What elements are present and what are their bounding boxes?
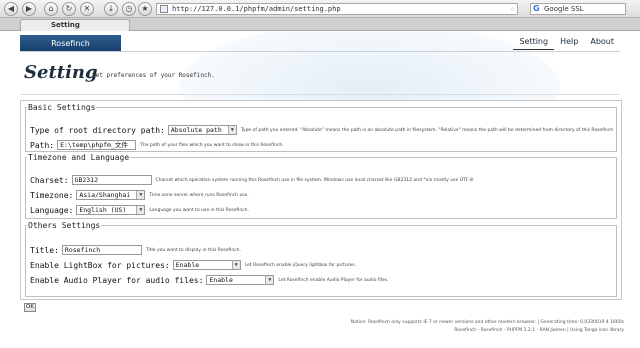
timezone-select[interactable]: Asia/Shanghai ▼: [76, 190, 146, 200]
lightbox-hint: Let Rosefinch enable jQuery lightbox for…: [244, 262, 357, 268]
lightbox-select[interactable]: Enable ▼: [172, 260, 241, 270]
language-row: Language: English (US) ▼ Language you wa…: [30, 205, 249, 215]
title-input[interactable]: Rosefinch: [61, 245, 142, 255]
timezone-legend: Timezone and Language: [28, 153, 130, 162]
chevron-down-icon: ▼: [227, 126, 236, 134]
ok-button[interactable]: OK: [24, 303, 36, 312]
language-value: English (US): [79, 206, 127, 214]
google-icon: G: [533, 4, 540, 13]
footer-notice: Notice: Rosefinch only supports IE 7 or …: [350, 320, 624, 325]
tab-strip: Setting: [0, 18, 640, 31]
charset-row: Charset: GB2312 Charset which operation …: [30, 175, 474, 185]
reload-icon[interactable]: ↻: [62, 2, 76, 16]
root-type-label: Type of root directory path:: [30, 125, 165, 135]
root-type-row: Type of root directory path: Absolute pa…: [30, 125, 613, 135]
audio-select[interactable]: Enable ▼: [206, 275, 275, 285]
lightbox-label: Enable LightBox for pictures:: [30, 260, 170, 270]
audio-row: Enable Audio Player for audio files: Ena…: [30, 275, 389, 285]
tab-title: Setting: [51, 21, 80, 29]
timezone-fieldset: Timezone and Language Charset: GB2312 Ch…: [25, 153, 617, 219]
back-icon[interactable]: ◀: [4, 2, 18, 16]
path-input[interactable]: E:\temp\phpfm_文件: [57, 140, 137, 150]
address-text: http://127.0.0.1/phpfm/admin/setting.php: [172, 5, 341, 13]
forward-icon[interactable]: ▶: [22, 2, 36, 16]
footer-credits: Rosefinch - Rosefinch - PHPFM 1.2.1 - RA…: [454, 328, 624, 333]
basic-settings-fieldset: Basic Settings Type of root directory pa…: [25, 103, 617, 152]
language-hint: Language you want to use in this Rosefin…: [149, 207, 249, 213]
search-box[interactable]: G Google SSL: [530, 3, 626, 15]
timezone-value: Asia/Shanghai: [79, 191, 131, 199]
brand-logo[interactable]: Rosefinch: [20, 35, 121, 52]
language-select[interactable]: English (US) ▼: [76, 205, 146, 215]
audio-hint: Let Rosefinch enable Audio Player for au…: [278, 277, 389, 283]
nav-help[interactable]: Help: [554, 35, 584, 50]
star-icon[interactable]: ☆: [510, 4, 515, 14]
basic-settings-legend: Basic Settings: [28, 103, 96, 112]
page-icon: [160, 5, 168, 13]
title-row: Title: Rosefinch Title you want to displ…: [30, 245, 241, 255]
root-type-select[interactable]: Absolute path ▼: [167, 125, 237, 135]
path-hint: The path of your files which you want to…: [140, 142, 284, 148]
timezone-hint: Time zone server where runs Rosefinch us…: [149, 192, 249, 198]
charset-input[interactable]: GB2312: [71, 175, 152, 185]
language-label: Language:: [30, 205, 74, 215]
chevron-down-icon: ▼: [231, 261, 240, 269]
title-divider: [20, 94, 620, 95]
charset-label: Charset:: [30, 175, 69, 185]
lightbox-value: Enable: [175, 261, 200, 269]
chevron-down-icon: ▼: [265, 276, 274, 284]
title-label: Title:: [30, 245, 59, 255]
browser-toolbar: ◀ ▶ ⌂ ↻ ✕ ↓ ◷ ★ http://127.0.0.1/phpfm/a…: [0, 0, 640, 18]
nav-divider: [20, 51, 620, 52]
charset-hint: Charset which operation system running t…: [155, 177, 475, 183]
root-type-hint: Type of path you entered. "Absolute" mea…: [240, 127, 614, 133]
page: Rosefinch Setting Help About Setting Set…: [0, 32, 640, 348]
root-type-value: Absolute path: [170, 126, 222, 134]
nav-about[interactable]: About: [584, 35, 620, 50]
title-hint: Title you want to display in this Rosefi…: [145, 247, 241, 253]
audio-value: Enable: [209, 276, 233, 284]
downloads-icon[interactable]: ↓: [104, 2, 118, 16]
timezone-label: Timezone:: [30, 190, 74, 200]
stop-icon[interactable]: ✕: [80, 2, 94, 16]
nav-setting[interactable]: Setting: [513, 35, 555, 50]
path-row: Path: E:\temp\phpfm_文件 The path of your …: [30, 140, 284, 150]
page-title: Setting: [24, 62, 98, 83]
history-icon[interactable]: ◷: [122, 2, 136, 16]
address-bar[interactable]: http://127.0.0.1/phpfm/admin/setting.php…: [156, 3, 518, 15]
top-nav: Setting Help About: [513, 35, 620, 50]
timezone-row: Timezone: Asia/Shanghai ▼ Time zone serv…: [30, 190, 249, 200]
lightbox-row: Enable LightBox for pictures: Enable ▼ L…: [30, 260, 356, 270]
chevron-down-icon: ▼: [136, 191, 145, 199]
bookmark-icon[interactable]: ★: [138, 2, 152, 16]
others-fieldset: Others Settings Title: Rosefinch Title y…: [25, 221, 617, 297]
audio-label: Enable Audio Player for audio files:: [30, 275, 204, 285]
page-subtitle: Set preferences of your Rosefinch.: [92, 72, 215, 79]
settings-form: Basic Settings Type of root directory pa…: [20, 100, 622, 300]
chevron-down-icon: ▼: [136, 206, 145, 214]
browser-tab[interactable]: Setting: [20, 19, 130, 31]
path-label: Path:: [30, 140, 55, 150]
home-icon[interactable]: ⌂: [44, 2, 58, 16]
others-legend: Others Settings: [28, 221, 101, 230]
search-placeholder: Google SSL: [544, 5, 584, 13]
